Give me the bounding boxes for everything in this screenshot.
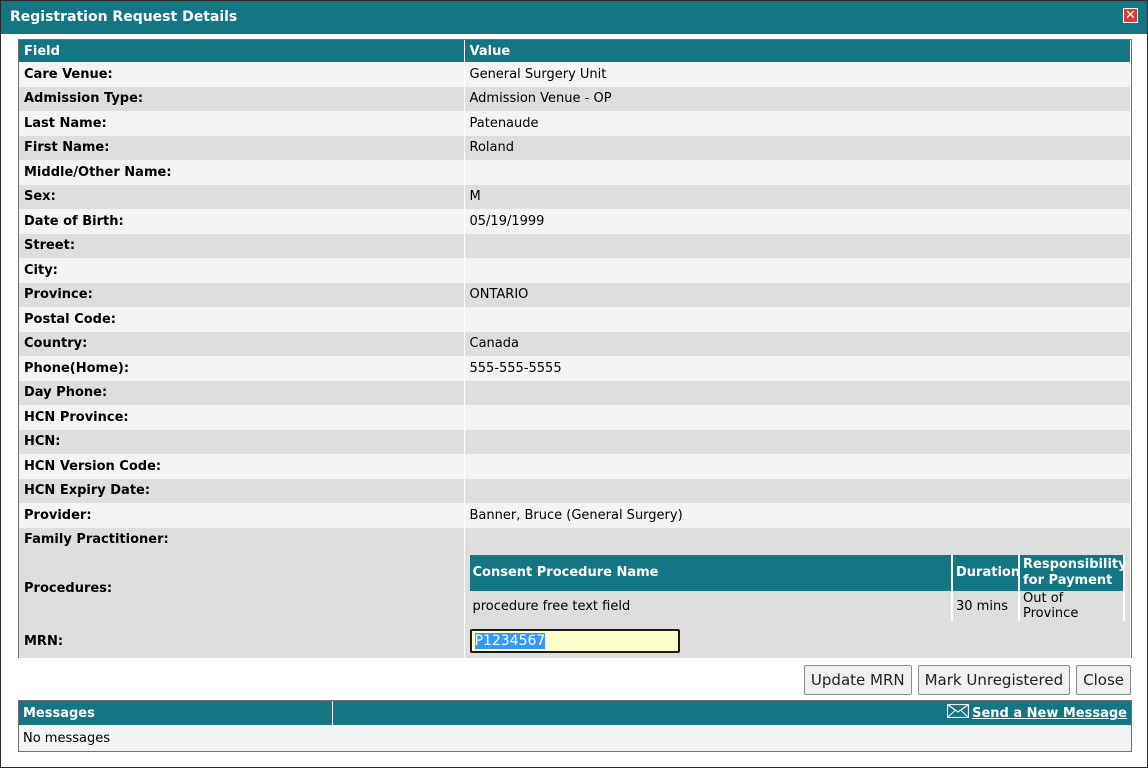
field-value	[464, 429, 1131, 454]
field-value: 555-555-5555	[464, 356, 1131, 381]
envelope-icon	[947, 704, 969, 718]
detail-row: Postal Code:	[19, 307, 1131, 332]
field-label: Province:	[19, 282, 465, 307]
detail-row: Street:	[19, 233, 1131, 258]
procedure-name-cell: procedure free text field	[469, 591, 953, 621]
detail-row: First Name: Roland	[19, 135, 1131, 160]
procedure-payment-cell: Out of Province	[1019, 591, 1125, 621]
field-value: Banner, Bruce (General Surgery)	[464, 503, 1131, 528]
field-label: Admission Type:	[19, 86, 465, 111]
field-label: Postal Code:	[19, 307, 465, 332]
field-value	[464, 160, 1131, 185]
field-value	[464, 258, 1131, 283]
field-label: Provider:	[19, 503, 465, 528]
field-value	[464, 405, 1131, 430]
registration-dialog: Registration Request Details ✕ Field Val…	[0, 0, 1148, 768]
field-value: Canada	[464, 331, 1131, 356]
detail-row: Last Name: Patenaude	[19, 111, 1131, 136]
mrn-cell: P1234567	[464, 624, 1131, 658]
detail-row: Care Venue: General Surgery Unit	[19, 62, 1131, 87]
field-value: ONTARIO	[464, 282, 1131, 307]
update-mrn-button[interactable]: Update MRN	[803, 665, 912, 695]
detail-row: Admission Type: Admission Venue - OP	[19, 86, 1131, 111]
detail-row: Country: Canada	[19, 331, 1131, 356]
field-value	[464, 527, 1131, 552]
field-value: M	[464, 184, 1131, 209]
detail-row: Sex: M	[19, 184, 1131, 209]
mrn-label: MRN:	[19, 624, 465, 658]
field-label: First Name:	[19, 135, 465, 160]
detail-row: Family Practitioner:	[19, 527, 1131, 552]
field-value	[464, 233, 1131, 258]
mark-unregistered-button[interactable]: Mark Unregistered	[917, 665, 1071, 695]
detail-row: Date of Birth: 05/19/1999	[19, 209, 1131, 234]
field-label: HCN Expiry Date:	[19, 478, 465, 503]
close-button[interactable]: Close	[1076, 665, 1131, 695]
field-label: HCN:	[19, 429, 465, 454]
detail-row: HCN:	[19, 429, 1131, 454]
detail-row: HCN Expiry Date:	[19, 478, 1131, 503]
messages-empty-text: No messages	[19, 725, 1131, 751]
details-panel: Field Value Care Venue: General Surgery U…	[18, 39, 1132, 658]
procedures-table: Consent Procedure Name Duration Responsi…	[469, 555, 1127, 621]
field-label: HCN Version Code:	[19, 454, 465, 479]
field-value	[464, 478, 1131, 503]
field-label: Day Phone:	[19, 380, 465, 405]
field-value	[464, 380, 1131, 405]
field-label: Care Venue:	[19, 62, 465, 87]
close-icon[interactable]: ✕	[1123, 8, 1138, 23]
detail-row: Middle/Other Name:	[19, 160, 1131, 185]
value-column-header: Value	[464, 40, 1131, 62]
responsibility-header: Responsibility for Payment	[1019, 555, 1127, 591]
messages-header: Messages Send a New Message	[19, 701, 1131, 725]
messages-title: Messages	[23, 706, 95, 721]
detail-row: Province: ONTARIO	[19, 282, 1131, 307]
messages-header-divider	[332, 701, 333, 725]
procedures-cell: Consent Procedure Name Duration Responsi…	[464, 552, 1131, 624]
field-value: Patenaude	[464, 111, 1131, 136]
field-value: Admission Venue - OP	[464, 86, 1131, 111]
dialog-titlebar: Registration Request Details ✕	[1, 1, 1147, 34]
action-buttons: Update MRN Mark Unregistered Close	[803, 665, 1131, 695]
details-table: Field Value Care Venue: General Surgery U…	[19, 40, 1131, 658]
mrn-input-value: P1234567	[474, 633, 546, 649]
field-label: HCN Province:	[19, 405, 465, 430]
detail-row: HCN Version Code:	[19, 454, 1131, 479]
procedures-label: Procedures:	[19, 552, 465, 624]
procedure-row: procedure free text field 30 mins Out of…	[469, 591, 1125, 621]
field-label: Sex:	[19, 184, 465, 209]
messages-panel: Messages Send a New Message No messages	[18, 700, 1132, 752]
field-label: Country:	[19, 331, 465, 356]
detail-row: HCN Province:	[19, 405, 1131, 430]
detail-row: City:	[19, 258, 1131, 283]
detail-row: Phone(Home): 555-555-5555	[19, 356, 1131, 381]
detail-row: Provider: Banner, Bruce (General Surgery)	[19, 503, 1131, 528]
field-label: Middle/Other Name:	[19, 160, 465, 185]
field-label: Family Practitioner:	[19, 527, 465, 552]
detail-row: Day Phone:	[19, 380, 1131, 405]
field-label: Date of Birth:	[19, 209, 465, 234]
duration-header: Duration	[952, 555, 1020, 591]
field-value	[464, 454, 1131, 479]
field-label: City:	[19, 258, 465, 283]
procedure-duration-cell: 30 mins	[952, 591, 1020, 621]
send-new-message-link[interactable]: Send a New Message	[972, 706, 1127, 721]
field-label: Phone(Home):	[19, 356, 465, 381]
mrn-input[interactable]: P1234567	[469, 629, 680, 653]
field-label: Street:	[19, 233, 465, 258]
field-label: Last Name:	[19, 111, 465, 136]
field-value: General Surgery Unit	[464, 62, 1131, 87]
procedure-name-header: Consent Procedure Name	[469, 555, 953, 591]
dialog-title: Registration Request Details	[10, 9, 238, 25]
field-value: Roland	[464, 135, 1131, 160]
field-value	[464, 307, 1131, 332]
field-value: 05/19/1999	[464, 209, 1131, 234]
field-column-header: Field	[19, 40, 465, 62]
